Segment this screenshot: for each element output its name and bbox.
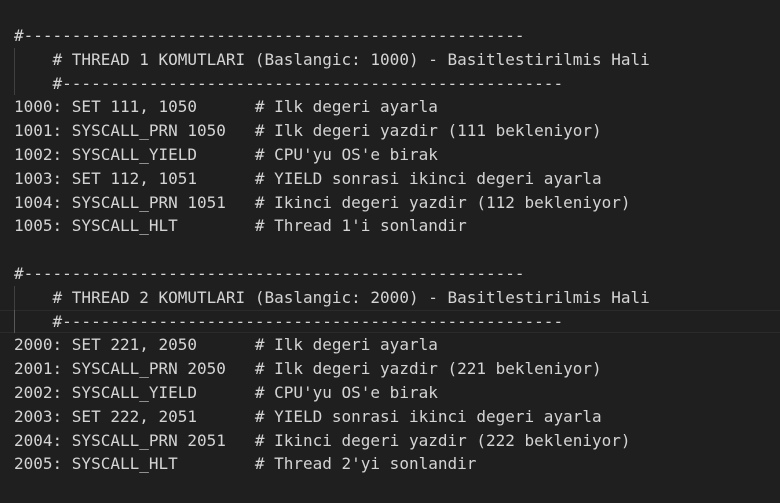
code-line[interactable]: #---------------------------------------… (0, 24, 780, 48)
code-line-text: #---------------------------------------… (14, 26, 525, 45)
code-line[interactable]: 1002: SYSCALL_YIELD # CPU'yu OS'e birak (0, 143, 780, 167)
code-line-text: 1002: SYSCALL_YIELD # CPU'yu OS'e birak (14, 144, 438, 164)
code-line-text: 2000: SET 221, 2050 # Ilk degeri ayarla (14, 335, 438, 355)
code-line[interactable]: 2001: SYSCALL_PRN 2050 # Ilk degeri yazd… (0, 357, 780, 381)
code-line-text: 2005: SYSCALL_HLT # Thread 2'yi sonlandi… (14, 454, 477, 474)
code-line[interactable] (0, 238, 780, 262)
code-line[interactable]: # THREAD 1 KOMUTLARI (Baslangic: 1000) -… (0, 47, 780, 72)
code-line-text: #---------------------------------------… (14, 73, 564, 93)
code-line[interactable]: #---------------------------------------… (0, 71, 780, 96)
code-line[interactable]: 2004: SYSCALL_PRN 2051 # Ikinci degeri y… (0, 429, 780, 453)
code-line-text: 2003: SET 222, 2051 # YIELD sonrasi ikin… (14, 406, 602, 426)
code-line-text: 1001: SYSCALL_PRN 1050 # Ilk degeri yazd… (14, 121, 602, 141)
code-line[interactable]: 2005: SYSCALL_HLT # Thread 2'yi sonlandi… (0, 452, 780, 476)
code-line-text: #---------------------------------------… (14, 311, 564, 331)
code-line[interactable]: 2000: SET 221, 2050 # Ilk degeri ayarla (0, 333, 780, 357)
code-line-text: # THREAD 1 KOMUTLARI (Baslangic: 1000) -… (14, 49, 650, 69)
code-line-text: 2002: SYSCALL_YIELD # CPU'yu OS'e birak (14, 382, 438, 402)
code-line[interactable]: 2003: SET 222, 2051 # YIELD sonrasi ikin… (0, 405, 780, 429)
code-line-current[interactable]: #---------------------------------------… (0, 309, 780, 334)
code-line-text: 1005: SYSCALL_HLT # Thread 1'i sonlandir (14, 216, 467, 236)
code-line-text: # THREAD 2 KOMUTLARI (Baslangic: 2000) -… (14, 287, 650, 307)
code-line[interactable]: 2002: SYSCALL_YIELD # CPU'yu OS'e birak (0, 381, 780, 405)
code-line[interactable]: 1001: SYSCALL_PRN 1050 # Ilk degeri yazd… (0, 119, 780, 143)
code-line[interactable]: # THREAD 2 KOMUTLARI (Baslangic: 2000) -… (0, 285, 780, 310)
code-editor[interactable]: #---------------------------------------… (0, 24, 780, 476)
code-line-text: 1000: SET 111, 1050 # Ilk degeri ayarla (14, 97, 438, 117)
code-line-text: 2001: SYSCALL_PRN 2050 # Ilk degeri yazd… (14, 359, 602, 379)
code-line-text: 1003: SET 112, 1051 # YIELD sonrasi ikin… (14, 168, 602, 188)
code-line-text: 1004: SYSCALL_PRN 1051 # Ikinci degeri y… (14, 192, 631, 212)
code-line-text: #---------------------------------------… (14, 263, 525, 283)
indent-guide (14, 285, 15, 310)
code-line[interactable]: 1005: SYSCALL_HLT # Thread 1'i sonlandir (0, 214, 780, 238)
indent-guide (14, 47, 15, 72)
indent-guide (14, 71, 15, 96)
code-line-text: 2004: SYSCALL_PRN 2051 # Ikinci degeri y… (14, 430, 631, 450)
indent-guide (14, 309, 15, 334)
code-line[interactable]: 1004: SYSCALL_PRN 1051 # Ikinci degeri y… (0, 191, 780, 215)
code-line[interactable]: 1003: SET 112, 1051 # YIELD sonrasi ikin… (0, 167, 780, 191)
code-line[interactable]: #---------------------------------------… (0, 262, 780, 286)
code-line[interactable]: 1000: SET 111, 1050 # Ilk degeri ayarla (0, 95, 780, 119)
